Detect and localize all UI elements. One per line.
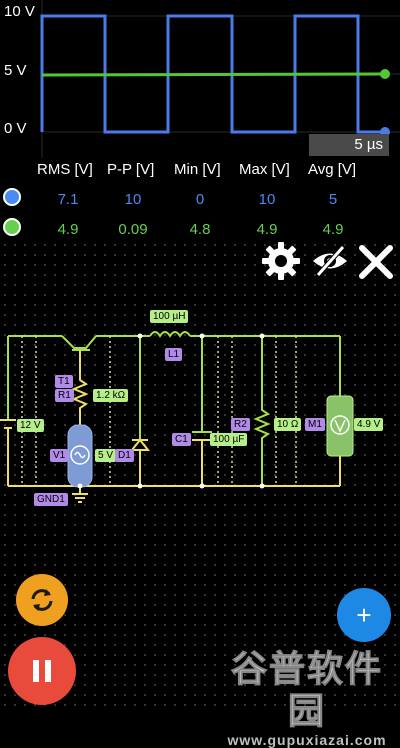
green-pp: 0.09 — [118, 221, 148, 238]
blue-avg: 5 — [328, 191, 338, 208]
series-blue-toggle[interactable] — [3, 188, 21, 206]
add-component-button[interactable]: + — [337, 588, 391, 642]
c1-name-label: C1 — [172, 433, 191, 446]
l1-name-label: L1 — [165, 348, 183, 361]
header-rms: RMS [V] — [37, 161, 93, 178]
green-trace-handle — [380, 69, 390, 79]
blue-rms: 7.1 — [57, 191, 79, 208]
blue-max: 10 — [258, 191, 276, 208]
close-icon[interactable] — [358, 244, 394, 280]
m1-name-label: M1 — [305, 418, 325, 431]
header-max: Max [V] — [239, 161, 290, 178]
gnd-name-label: GND1 — [34, 493, 68, 506]
d1-name-label: D1 — [115, 449, 134, 462]
circuit-schematic[interactable] — [0, 300, 400, 510]
green-trace — [41, 72, 386, 77]
v1-value-label: 5 V — [95, 449, 117, 462]
green-rms: 4.9 — [57, 221, 79, 238]
blue-min: 0 — [195, 191, 205, 208]
t1-name-label: T1 — [55, 375, 73, 388]
r1-name-label: R1 — [55, 389, 74, 402]
header-min: Min [V] — [174, 161, 221, 178]
pause-icon — [33, 660, 51, 682]
y-label-bottom: 0 V — [4, 120, 27, 137]
plus-icon: + — [356, 599, 372, 630]
gear-icon[interactable] — [260, 240, 302, 282]
l1-value-label: 100 µH — [150, 310, 189, 323]
timebase-readout[interactable]: 5 µs — [309, 134, 389, 156]
m1-value-label: 4.9 V — [354, 418, 384, 431]
pause-button[interactable] — [8, 637, 76, 705]
eye-off-icon[interactable] — [310, 244, 350, 278]
watermark: 谷普软件园 www.gupuxiazai.com — [218, 648, 396, 748]
green-min: 4.8 — [189, 221, 211, 238]
r1-value-label: 1.2 kΩ — [93, 389, 129, 402]
source-12v-label: 12 V — [17, 419, 44, 432]
refresh-button[interactable] — [16, 574, 68, 626]
y-label-mid: 5 V — [4, 62, 27, 79]
series-green-toggle[interactable] — [3, 218, 21, 236]
refresh-icon — [31, 589, 53, 611]
header-avg: Avg [V] — [308, 161, 357, 178]
y-label-top: 10 V — [4, 3, 35, 20]
green-max: 4.9 — [256, 221, 278, 238]
blue-pp: 10 — [124, 191, 142, 208]
watermark-url: www.gupuxiazai.com — [227, 732, 387, 748]
green-avg: 4.9 — [322, 221, 344, 238]
header-pp: P-P [V] — [107, 161, 155, 178]
v1-name-label: V1 — [50, 449, 69, 462]
c1-value-label: 100 µF — [210, 433, 248, 446]
r2-name-label: R2 — [231, 418, 250, 431]
watermark-title: 谷普软件园 — [230, 648, 383, 732]
r2-value-label: 10 Ω — [274, 418, 302, 431]
